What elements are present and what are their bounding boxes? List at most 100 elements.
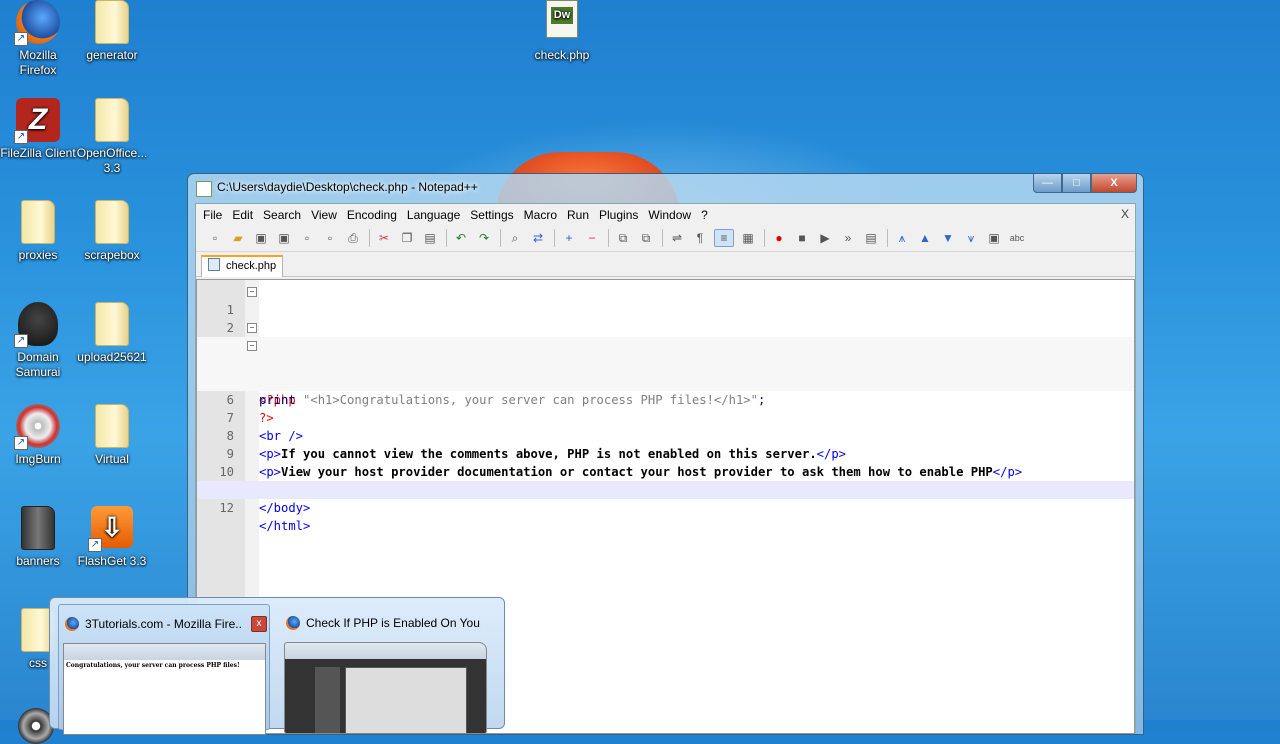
desktop-icon-banners[interactable]: banners xyxy=(0,506,76,569)
copy-icon[interactable]: ❐ xyxy=(398,230,416,246)
close-file-icon[interactable]: ▫ xyxy=(298,230,316,246)
folder-icon xyxy=(90,404,134,448)
fold-collapse-icon[interactable]: − xyxy=(247,287,257,297)
save-icon[interactable]: ▣ xyxy=(252,230,270,246)
fold-collapse-icon[interactable]: − xyxy=(247,323,257,333)
menu-edit[interactable]: Edit xyxy=(227,208,258,222)
thumbnail-preview xyxy=(284,642,487,734)
menu-help[interactable]: ? xyxy=(696,208,713,222)
word-wrap-icon[interactable]: ⇌ xyxy=(668,230,686,246)
save-all-icon[interactable]: ▣ xyxy=(275,230,293,246)
folder-icon xyxy=(90,200,134,244)
zoom-in-icon[interactable]: + xyxy=(560,230,578,246)
print-icon[interactable]: ⎙ xyxy=(344,230,362,246)
menu-macro[interactable]: Macro xyxy=(519,208,562,222)
desktop-icon-openoffice[interactable]: OpenOffice... 3.3 xyxy=(74,98,150,176)
desktop-icon-label: generator xyxy=(86,48,138,62)
replace-icon[interactable]: ⇄ xyxy=(529,230,547,246)
sync-horizontal-icon[interactable]: ⧉ xyxy=(637,230,655,246)
cut-icon[interactable]: ✂ xyxy=(375,230,393,246)
play-macro-icon[interactable]: ▶ xyxy=(816,230,834,246)
save-macro-icon[interactable]: ▤ xyxy=(862,230,880,246)
toolbar-separator xyxy=(764,229,765,247)
undo-icon[interactable]: ↶ xyxy=(452,230,470,246)
desktop-icon-scrapebox[interactable]: scrapebox xyxy=(74,200,150,263)
toolbar-separator xyxy=(554,229,555,247)
desktop-icon-label: Domain Samurai xyxy=(15,350,61,379)
flashget-icon: ⇩ ↗ xyxy=(88,506,134,552)
thumbnail-firefox-check-php[interactable]: Check If PHP is Enabled On You... xyxy=(280,604,490,734)
menu-file[interactable]: File xyxy=(198,208,227,222)
zoom-out-icon[interactable]: − xyxy=(583,230,601,246)
preview-heading: Congratulations, your server can process… xyxy=(66,662,240,669)
desktop-icon-label: check.php xyxy=(534,48,590,62)
close-all-icon[interactable]: ▫ xyxy=(321,230,339,246)
user-lang-icon[interactable]: ▦ xyxy=(739,230,757,246)
folder-icon xyxy=(90,302,134,346)
desktop-icon-label: proxies xyxy=(18,248,58,262)
desktop-icon-virtual[interactable]: Virtual xyxy=(74,404,150,467)
fold-collapse-icon[interactable]: − xyxy=(247,341,257,351)
desktop-icon-filezilla[interactable]: Z ↗ FileZilla Client xyxy=(0,98,76,161)
code-line: 10 <p>More tutorials at <a href="http://… xyxy=(197,445,1134,497)
open-folder-icon[interactable]: ▰ xyxy=(229,230,247,246)
thumbnail-firefox-3tutorials[interactable]: 3Tutorials.com - Mozilla Fire... x Congr… xyxy=(58,604,270,735)
desktop-icon-label: Mozilla Firefox xyxy=(19,48,57,77)
code-line: 1 − <html> xyxy=(197,283,1134,353)
menu-search[interactable]: Search xyxy=(258,208,306,222)
menu-run[interactable]: Run xyxy=(562,208,594,222)
close-button[interactable]: X xyxy=(1091,174,1137,193)
spellcheck-icon[interactable]: abc xyxy=(1008,230,1026,246)
menu-plugins[interactable]: Plugins xyxy=(594,208,643,222)
title-bar[interactable]: C:\Users\daydie\Desktop\check.php - Note… xyxy=(188,174,1143,202)
redo-icon[interactable]: ↷ xyxy=(475,230,493,246)
toolbar-separator xyxy=(887,229,888,247)
maximize-button[interactable]: □ xyxy=(1062,174,1091,193)
code-line: 7 <br /> xyxy=(197,391,1134,443)
run-macro-multiple-icon[interactable]: » xyxy=(839,230,857,246)
menu-view[interactable]: View xyxy=(306,208,342,222)
find-icon[interactable]: ⌕ xyxy=(506,230,524,246)
tab-check-php[interactable]: check.php xyxy=(201,255,283,277)
new-file-icon[interactable]: ▫ xyxy=(206,230,224,246)
plugin-icon[interactable]: ▣ xyxy=(985,230,1003,246)
code-line: 8 <p>If you cannot view the comments abo… xyxy=(197,409,1134,461)
folder-icon xyxy=(16,506,60,550)
code-line: 4 − <?php xyxy=(197,337,1134,407)
folder-icon xyxy=(90,98,134,142)
down-arrow-icon[interactable]: ▼ xyxy=(939,230,957,246)
toolbar-separator xyxy=(369,229,370,247)
menu-encoding[interactable]: Encoding xyxy=(342,208,402,222)
minimize-button[interactable]: — xyxy=(1033,174,1062,193)
desktop-icon-check-php[interactable]: Dw check.php xyxy=(524,0,600,63)
indent-guide-icon[interactable]: ≡ xyxy=(714,229,734,247)
code-line: 2 <title>3Tutorials.com</title> xyxy=(197,301,1134,353)
record-macro-icon[interactable]: ● xyxy=(770,230,788,246)
desktop-icon-upload25621[interactable]: upload25621 xyxy=(74,302,150,365)
toolbar-separator xyxy=(500,229,501,247)
menu-window[interactable]: Window xyxy=(643,208,696,222)
paste-icon[interactable]: ▤ xyxy=(421,230,439,246)
firefox-icon xyxy=(65,617,79,631)
sync-vertical-icon[interactable]: ⧉ xyxy=(614,230,632,246)
notepadpp-app-icon xyxy=(196,181,212,197)
stop-macro-icon[interactable]: ■ xyxy=(793,230,811,246)
preview-content xyxy=(345,667,467,733)
firefox-icon xyxy=(286,616,300,630)
desktop-icon-firefox[interactable]: ↗ Mozilla Firefox xyxy=(0,0,76,78)
fold-all-icon[interactable]: ⩚ xyxy=(893,230,911,246)
desktop-icon-imgburn[interactable]: ↗ ImgBurn xyxy=(0,404,76,467)
thumbnail-title: Check If PHP is Enabled On You... xyxy=(306,616,481,630)
desktop-icon-proxies[interactable]: proxies xyxy=(0,200,76,263)
close-document-button[interactable]: X xyxy=(1121,207,1129,221)
dreamweaver-file-icon: Dw xyxy=(540,0,584,44)
menu-settings[interactable]: Settings xyxy=(465,208,518,222)
desktop-icon-domain-samurai[interactable]: ↗ Domain Samurai xyxy=(0,302,76,380)
menu-language[interactable]: Language xyxy=(402,208,465,222)
show-all-chars-icon[interactable]: ¶ xyxy=(691,230,709,246)
thumbnail-close-button[interactable]: x xyxy=(251,616,267,632)
desktop-icon-flashget[interactable]: ⇩ ↗ FlashGet 3.3 xyxy=(74,506,150,569)
unfold-all-icon[interactable]: ⩛ xyxy=(962,230,980,246)
desktop-icon-generator[interactable]: generator xyxy=(74,0,150,63)
up-arrow-icon[interactable]: ▲ xyxy=(916,230,934,246)
